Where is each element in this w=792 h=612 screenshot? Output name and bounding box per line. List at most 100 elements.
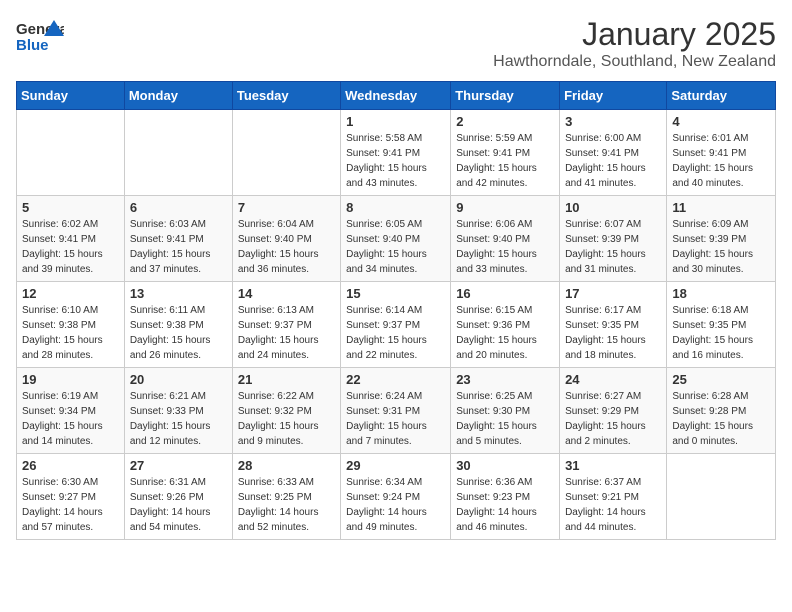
day-info: Sunrise: 6:00 AMSunset: 9:41 PMDaylight:… [565,131,661,191]
day-number: 1 [346,114,445,129]
calendar-cell: 14 Sunrise: 6:13 AMSunset: 9:37 PMDayligh… [232,282,340,368]
calendar-table: Sunday Monday Tuesday Wednesday Thursday… [16,81,776,540]
day-number: 12 [22,286,119,301]
calendar-cell: 27 Sunrise: 6:31 AMSunset: 9:26 PMDayligh… [124,454,232,540]
day-info: Sunrise: 6:33 AMSunset: 9:25 PMDaylight:… [238,475,335,535]
day-info: Sunrise: 6:31 AMSunset: 9:26 PMDaylight:… [130,475,227,535]
day-info: Sunrise: 6:06 AMSunset: 9:40 PMDaylight:… [456,217,554,277]
day-number: 10 [565,200,661,215]
day-number: 2 [456,114,554,129]
day-number: 25 [672,372,770,387]
calendar-cell: 5 Sunrise: 6:02 AMSunset: 9:41 PMDaylight… [17,196,125,282]
day-number: 17 [565,286,661,301]
day-number: 7 [238,200,335,215]
day-number: 22 [346,372,445,387]
day-info: Sunrise: 6:04 AMSunset: 9:40 PMDaylight:… [238,217,335,277]
calendar-cell: 19 Sunrise: 6:19 AMSunset: 9:34 PMDayligh… [17,368,125,454]
day-info: Sunrise: 6:14 AMSunset: 9:37 PMDaylight:… [346,303,445,363]
calendar-week-row: 19 Sunrise: 6:19 AMSunset: 9:34 PMDayligh… [17,368,776,454]
calendar-cell: 25 Sunrise: 6:28 AMSunset: 9:28 PMDayligh… [667,368,776,454]
calendar-cell: 28 Sunrise: 6:33 AMSunset: 9:25 PMDayligh… [232,454,340,540]
header-sunday: Sunday [17,82,125,110]
day-number: 27 [130,458,227,473]
day-number: 29 [346,458,445,473]
calendar-cell: 21Sunrise: 6:22 AMSunset: 9:32 PMDayligh… [232,368,340,454]
logo-icon: General Blue [16,16,64,65]
svg-text:Blue: Blue [16,37,49,54]
calendar-cell: 23 Sunrise: 6:25 AMSunset: 9:30 PMDayligh… [451,368,560,454]
calendar-cell: 22 Sunrise: 6:24 AMSunset: 9:31 PMDayligh… [341,368,451,454]
header-friday: Friday [560,82,667,110]
month-title: January 2025 [493,16,776,53]
calendar-cell: 13 Sunrise: 6:11 AMSunset: 9:38 PMDayligh… [124,282,232,368]
day-info: Sunrise: 6:30 AMSunset: 9:27 PMDaylight:… [22,475,119,535]
day-info: Sunrise: 6:34 AMSunset: 9:24 PMDaylight:… [346,475,445,535]
day-info: Sunrise: 5:59 AMSunset: 9:41 PMDaylight:… [456,131,554,191]
calendar-cell: 8Sunrise: 6:05 AMSunset: 9:40 PMDaylight… [341,196,451,282]
day-number: 14 [238,286,335,301]
calendar-cell: 15 Sunrise: 6:14 AMSunset: 9:37 PMDayligh… [341,282,451,368]
calendar-cell: 29 Sunrise: 6:34 AMSunset: 9:24 PMDayligh… [341,454,451,540]
day-info: Sunrise: 6:17 AMSunset: 9:35 PMDaylight:… [565,303,661,363]
header-tuesday: Tuesday [232,82,340,110]
calendar-cell: 26 Sunrise: 6:30 AMSunset: 9:27 PMDayligh… [17,454,125,540]
calendar-cell [124,110,232,196]
calendar-week-row: 26 Sunrise: 6:30 AMSunset: 9:27 PMDayligh… [17,454,776,540]
day-number: 5 [22,200,119,215]
calendar-cell: 6Sunrise: 6:03 AMSunset: 9:41 PMDaylight… [124,196,232,282]
calendar-cell: 20Sunrise: 6:21 AMSunset: 9:33 PMDayligh… [124,368,232,454]
day-number: 15 [346,286,445,301]
day-info: Sunrise: 6:24 AMSunset: 9:31 PMDaylight:… [346,389,445,449]
day-number: 26 [22,458,119,473]
header-monday: Monday [124,82,232,110]
day-info: Sunrise: 6:15 AMSunset: 9:36 PMDaylight:… [456,303,554,363]
calendar-cell: 3 Sunrise: 6:00 AMSunset: 9:41 PMDaylight… [560,110,667,196]
day-info: Sunrise: 6:36 AMSunset: 9:23 PMDaylight:… [456,475,554,535]
calendar-cell: 12 Sunrise: 6:10 AMSunset: 9:38 PMDayligh… [17,282,125,368]
day-number: 31 [565,458,661,473]
day-number: 28 [238,458,335,473]
day-info: Sunrise: 6:09 AMSunset: 9:39 PMDaylight:… [672,217,770,277]
day-info: Sunrise: 6:07 AMSunset: 9:39 PMDaylight:… [565,217,661,277]
calendar-cell: 1Sunrise: 5:58 AMSunset: 9:41 PMDaylight… [341,110,451,196]
day-info: Sunrise: 6:13 AMSunset: 9:37 PMDaylight:… [238,303,335,363]
calendar-cell [17,110,125,196]
logo: General Blue [16,16,64,65]
header-wednesday: Wednesday [341,82,451,110]
day-info: Sunrise: 6:03 AMSunset: 9:41 PMDaylight:… [130,217,227,277]
day-info: Sunrise: 6:25 AMSunset: 9:30 PMDaylight:… [456,389,554,449]
header-thursday: Thursday [451,82,560,110]
day-info: Sunrise: 6:28 AMSunset: 9:28 PMDaylight:… [672,389,770,449]
day-number: 11 [672,200,770,215]
calendar-cell: 16Sunrise: 6:15 AMSunset: 9:36 PMDayligh… [451,282,560,368]
calendar-cell [232,110,340,196]
calendar-cell: 31 Sunrise: 6:37 AMSunset: 9:21 PMDayligh… [560,454,667,540]
day-info: Sunrise: 6:19 AMSunset: 9:34 PMDaylight:… [22,389,119,449]
calendar-cell: 18Sunrise: 6:18 AMSunset: 9:35 PMDayligh… [667,282,776,368]
calendar-cell [667,454,776,540]
day-number: 3 [565,114,661,129]
day-number: 19 [22,372,119,387]
day-number: 23 [456,372,554,387]
calendar-cell: 7 Sunrise: 6:04 AMSunset: 9:40 PMDaylight… [232,196,340,282]
day-info: Sunrise: 6:11 AMSunset: 9:38 PMDaylight:… [130,303,227,363]
day-number: 21 [238,372,335,387]
calendar-cell: 2 Sunrise: 5:59 AMSunset: 9:41 PMDaylight… [451,110,560,196]
calendar-header-row: Sunday Monday Tuesday Wednesday Thursday… [17,82,776,110]
day-info: Sunrise: 6:02 AMSunset: 9:41 PMDaylight:… [22,217,119,277]
day-info: Sunrise: 6:10 AMSunset: 9:38 PMDaylight:… [22,303,119,363]
day-info: Sunrise: 6:37 AMSunset: 9:21 PMDaylight:… [565,475,661,535]
header-saturday: Saturday [667,82,776,110]
calendar-week-row: 12 Sunrise: 6:10 AMSunset: 9:38 PMDayligh… [17,282,776,368]
calendar-cell: 9Sunrise: 6:06 AMSunset: 9:40 PMDaylight… [451,196,560,282]
calendar-cell: 30Sunrise: 6:36 AMSunset: 9:23 PMDayligh… [451,454,560,540]
day-number: 4 [672,114,770,129]
day-number: 13 [130,286,227,301]
day-number: 20 [130,372,227,387]
location-title: Hawthorndale, Southland, New Zealand [493,53,776,71]
calendar-cell: 4 Sunrise: 6:01 AMSunset: 9:41 PMDaylight… [667,110,776,196]
calendar-week-row: 1Sunrise: 5:58 AMSunset: 9:41 PMDaylight… [17,110,776,196]
day-info: Sunrise: 6:01 AMSunset: 9:41 PMDaylight:… [672,131,770,191]
calendar-cell: 24Sunrise: 6:27 AMSunset: 9:29 PMDayligh… [560,368,667,454]
calendar-cell: 10 Sunrise: 6:07 AMSunset: 9:39 PMDayligh… [560,196,667,282]
